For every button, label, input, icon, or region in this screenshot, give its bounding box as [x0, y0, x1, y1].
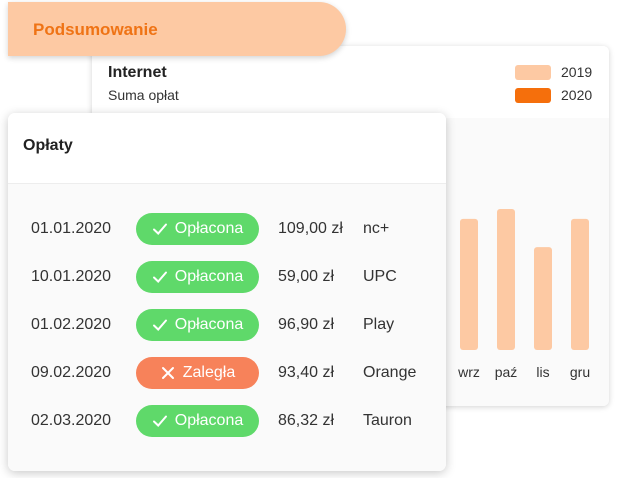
summary-card-title: Internet [108, 64, 167, 81]
payment-row[interactable]: 01.02.2020 Opłacona 96,90 zł Play [8, 309, 446, 343]
status-badge: Opłacona [136, 405, 259, 437]
bar-2 [534, 247, 552, 350]
payments-list: 01.01.2020 Opłacona 109,00 zł nc+ 10.01.2020… [8, 184, 446, 471]
month-label-1: paź [495, 364, 518, 380]
payments-card-header: Opłaty [8, 113, 446, 184]
payments-card-title: Opłaty [23, 137, 73, 154]
cross-icon [161, 367, 174, 379]
legend-swatch-2020 [515, 87, 551, 103]
status-label: Zaległa [182, 364, 236, 381]
month-label-0: wrz [457, 364, 480, 380]
payment-date: 01.02.2020 [31, 316, 112, 333]
legend-item-2020: 2020 [515, 86, 592, 104]
status-badge: Opłacona [136, 213, 259, 245]
payment-provider: UPC [363, 268, 397, 285]
legend-swatch-2019 [515, 64, 551, 80]
status-label: Opłacona [174, 412, 244, 429]
status-label: Opłacona [174, 268, 244, 285]
month-label-3: gru [570, 364, 590, 380]
summary-tab-label: Podsumowanie [33, 20, 158, 39]
status-badge: Opłacona [136, 309, 259, 341]
check-icon [152, 415, 167, 427]
payment-amount: 59,00 zł [278, 268, 335, 285]
bar-1 [497, 209, 515, 350]
summary-card-header: Internet Suma opłat 2019 2020 [92, 46, 609, 119]
status-badge: Opłacona [136, 261, 259, 293]
status-label: Opłacona [174, 316, 244, 333]
payment-amount: 109,00 zł [278, 220, 343, 237]
legend-label-2019: 2019 [561, 64, 593, 80]
check-icon [152, 319, 167, 331]
check-icon [152, 271, 167, 283]
legend-label-2020: 2020 [561, 87, 593, 103]
summary-tab[interactable]: Podsumowanie [8, 2, 346, 56]
payment-row[interactable]: 10.01.2020 Opłacona 59,00 zł UPC [8, 261, 446, 295]
payment-provider: Orange [363, 364, 417, 381]
status-label: Opłacona [174, 220, 244, 237]
payment-date: 10.01.2020 [31, 268, 112, 285]
payment-row[interactable]: 02.03.2020 Opłacona 86,32 zł Tauron [8, 405, 446, 439]
payment-row[interactable]: 09.02.2020 Zaległa 93,40 zł Orange [8, 357, 446, 391]
bar-0 [460, 218, 478, 350]
payment-amount: 86,32 zł [278, 412, 335, 429]
payment-provider: Play [363, 316, 395, 333]
check-icon [152, 223, 167, 235]
legend-item-2019: 2019 [515, 63, 592, 81]
payment-amount: 96,90 zł [278, 316, 335, 333]
payment-date: 09.02.2020 [31, 364, 112, 381]
payment-amount: 93,40 zł [278, 364, 335, 381]
payments-card: Opłaty 01.01.2020 Opłacona 109,00 zł nc+ 10.… [8, 113, 446, 471]
bar-3 [571, 218, 589, 350]
payment-provider: nc+ [363, 220, 390, 237]
payment-date: 01.01.2020 [31, 220, 112, 237]
month-label-2: lis [536, 364, 549, 380]
payment-row[interactable]: 01.01.2020 Opłacona 109,00 zł nc+ [8, 213, 446, 247]
payment-provider: Tauron [363, 412, 412, 429]
payment-date: 02.03.2020 [31, 412, 112, 429]
status-badge: Zaległa [136, 357, 259, 389]
summary-card-subtitle: Suma opłat [108, 87, 179, 103]
